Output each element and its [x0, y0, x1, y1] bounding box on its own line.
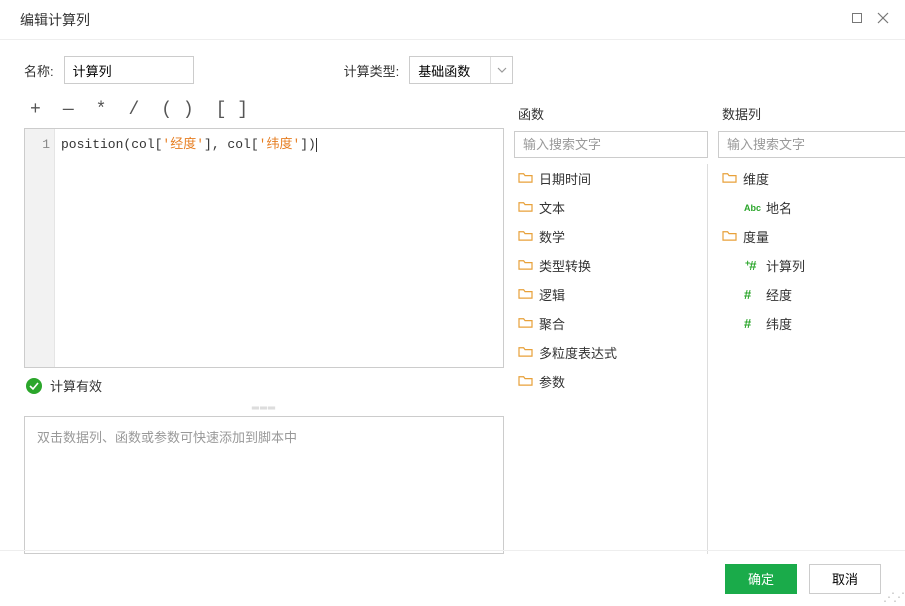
folder-icon [518, 345, 533, 361]
tree-leaf-longitude[interactable]: # 经度 [718, 280, 905, 309]
datacols-header: 数据列 [718, 96, 905, 131]
operator-toolbar: + — * / ( ) [ ] [24, 96, 504, 128]
line-number: 1 [25, 135, 50, 155]
hint-text: 双击数据列、函数或参数可快速添加到脚本中 [37, 430, 297, 445]
code-editor[interactable]: 1 position(col['经度'], col['纬度']) [24, 128, 504, 368]
text-type-icon: Abc [744, 203, 760, 213]
tree-node-func-6[interactable]: 多粒度表达式 [514, 338, 703, 367]
code-content[interactable]: position(col['经度'], col['纬度']) [55, 129, 323, 367]
close-icon[interactable] [877, 12, 889, 27]
tree-leaf-calc[interactable]: # 计算列 [718, 251, 905, 280]
calc-type-select[interactable] [409, 56, 513, 84]
number-type-icon: # [744, 316, 760, 331]
hint-panel: 双击数据列、函数或参数可快速添加到脚本中 [24, 416, 504, 554]
tree-node-dimension[interactable]: 维度 [718, 164, 905, 193]
drag-handle[interactable]: ═══ [24, 401, 504, 416]
calc-type-label: 计算类型: [344, 61, 400, 80]
op-plus[interactable]: + [30, 100, 41, 120]
datacols-search-input[interactable] [718, 131, 905, 158]
op-brackets[interactable]: [ ] [216, 100, 248, 120]
status-text: 计算有效 [50, 376, 102, 395]
op-star[interactable]: * [96, 100, 107, 120]
maximize-icon[interactable] [851, 12, 863, 27]
folder-icon [518, 287, 533, 303]
datacols-tree: 维度 Abc 地名 度量 # 计算列 # 经度 # 纬度 [718, 164, 905, 554]
tree-leaf-place[interactable]: Abc 地名 [718, 193, 905, 222]
folder-icon [722, 171, 737, 187]
folder-icon [518, 229, 533, 245]
tree-node-func-5[interactable]: 聚合 [514, 309, 703, 338]
name-input[interactable] [64, 56, 194, 84]
validation-status: 计算有效 [24, 368, 504, 401]
op-minus[interactable]: — [63, 100, 74, 120]
folder-icon [518, 316, 533, 332]
folder-icon [518, 374, 533, 390]
op-parens[interactable]: ( ) [161, 100, 193, 120]
dialog-footer: 确定 取消 [0, 550, 905, 606]
resize-grip-icon[interactable]: ⋰⋰ [883, 590, 903, 604]
folder-icon [518, 171, 533, 187]
tree-node-func-1[interactable]: 文本 [514, 193, 703, 222]
tree-node-func-7[interactable]: 参数 [514, 367, 703, 396]
calc-number-icon: # [744, 258, 760, 273]
folder-icon [518, 258, 533, 274]
tree-node-func-3[interactable]: 类型转换 [514, 251, 703, 280]
calc-type-value[interactable] [410, 57, 490, 83]
tree-leaf-latitude[interactable]: # 纬度 [718, 309, 905, 338]
ok-button[interactable]: 确定 [725, 564, 797, 594]
functions-tree: 日期时间文本数学类型转换逻辑聚合多粒度表达式参数 [514, 164, 708, 554]
folder-icon [722, 229, 737, 245]
folder-icon [518, 200, 533, 216]
cancel-button[interactable]: 取消 [809, 564, 881, 594]
chevron-down-icon[interactable] [490, 57, 512, 83]
titlebar: 编辑计算列 [0, 0, 905, 40]
name-label: 名称: [24, 61, 54, 80]
number-type-icon: # [744, 287, 760, 302]
dialog-title: 编辑计算列 [20, 10, 851, 30]
tree-node-measure[interactable]: 度量 [718, 222, 905, 251]
functions-header: 函数 [514, 96, 708, 131]
tree-node-func-2[interactable]: 数学 [514, 222, 703, 251]
tree-node-func-4[interactable]: 逻辑 [514, 280, 703, 309]
tree-node-func-0[interactable]: 日期时间 [514, 164, 703, 193]
editor-gutter: 1 [25, 129, 55, 367]
check-icon [26, 378, 42, 394]
op-slash[interactable]: / [128, 100, 139, 120]
form-row: 名称: 计算类型: [0, 40, 905, 96]
functions-search-input[interactable] [514, 131, 708, 158]
